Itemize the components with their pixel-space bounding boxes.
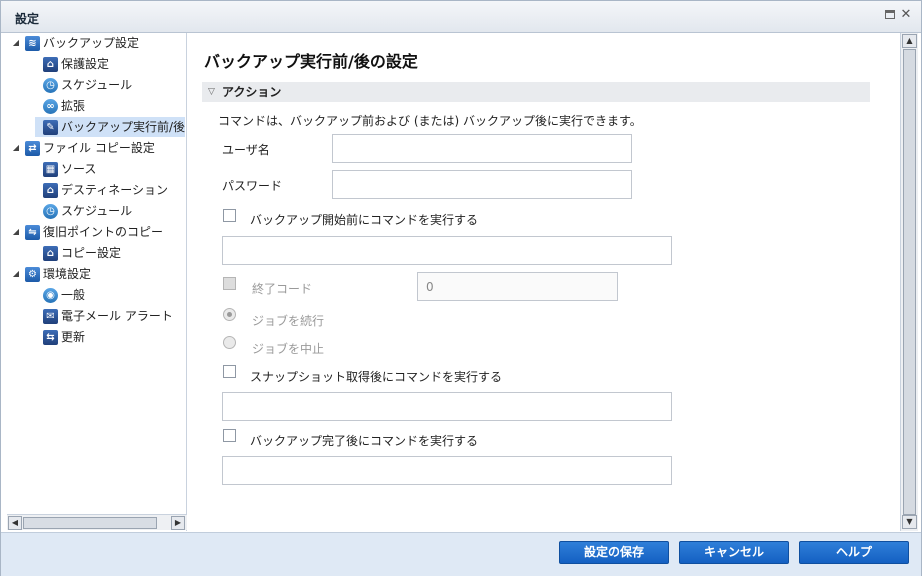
section-collapse-icon[interactable]: ▽ bbox=[208, 82, 215, 102]
wrench-icon: ✎ bbox=[43, 120, 58, 135]
pre-backup-label: バックアップ開始前にコマンドを実行する bbox=[250, 213, 479, 227]
password-label: パスワード bbox=[222, 179, 283, 193]
tree-item-pre-post-backup[interactable]: ✎ バックアップ実行前/後の bbox=[35, 117, 187, 137]
scroll-up-arrow-icon[interactable]: ▲ bbox=[902, 34, 917, 48]
save-settings-button[interactable]: 設定の保存 bbox=[559, 541, 669, 564]
restore-icon[interactable] bbox=[884, 9, 896, 21]
tree-item-label: 更新 bbox=[61, 330, 86, 344]
tree-item-recovery-point-copy[interactable]: ◢ ⇋ 復旧ポイントのコピー bbox=[7, 222, 185, 242]
preferences-gear-icon: ⚙ bbox=[25, 267, 40, 282]
schedule-clock-icon: ◷ bbox=[43, 204, 58, 219]
post-backup-command-input[interactable] bbox=[222, 456, 672, 485]
file-copy-icon: ⇄ bbox=[25, 141, 40, 156]
content-vertical-scrollbar[interactable]: ▲ ▼ bbox=[900, 33, 918, 531]
post-backup-label: バックアップ完了後にコマンドを実行する bbox=[250, 434, 479, 448]
tree-item-schedule[interactable]: ◷ スケジュール bbox=[7, 75, 185, 95]
dialog-footer: 設定の保存 キャンセル ヘルプ bbox=[1, 532, 921, 576]
pre-backup-checkbox[interactable] bbox=[223, 209, 236, 222]
scroll-thumb[interactable] bbox=[23, 517, 157, 529]
source-icon: ▦ bbox=[43, 162, 58, 177]
tree-item-updates[interactable]: ⇆ 更新 bbox=[7, 327, 185, 347]
tree-item-label: 拡張 bbox=[61, 99, 86, 113]
collapse-triangle-icon[interactable]: ◢ bbox=[11, 264, 21, 284]
schedule-clock-icon: ◷ bbox=[43, 78, 58, 93]
tree-item-label: スケジュール bbox=[61, 78, 133, 92]
tree-item-label: コピー設定 bbox=[61, 246, 122, 260]
tree-item-preferences[interactable]: ◢ ⚙ 環境設定 bbox=[7, 264, 185, 284]
update-icon: ⇆ bbox=[43, 330, 58, 345]
post-snapshot-command-input[interactable] bbox=[222, 392, 672, 421]
tree-horizontal-scrollbar[interactable]: ◀ ▶ bbox=[7, 514, 187, 530]
tree-item-label: デスティネーション bbox=[61, 183, 169, 197]
tree-item-label: ソース bbox=[61, 162, 97, 176]
abort-job-label: ジョブを中止 bbox=[252, 342, 325, 356]
scroll-down-arrow-icon[interactable]: ▼ bbox=[902, 515, 917, 529]
tree-item-file-copy-schedule[interactable]: ◷ スケジュール bbox=[7, 201, 185, 221]
settings-content-panel: バックアップ実行前/後の設定 ▽ アクション コマンドは、バックアップ前および … bbox=[188, 33, 900, 531]
tree-item-label: スケジュール bbox=[61, 204, 133, 218]
general-globe-icon: ◉ bbox=[43, 288, 58, 303]
tree-item-advanced[interactable]: ∞ 拡張 bbox=[7, 96, 185, 116]
continue-job-radio[interactable] bbox=[223, 308, 236, 321]
recovery-point-copy-icon: ⇋ bbox=[25, 225, 40, 240]
help-button[interactable]: ヘルプ bbox=[799, 541, 909, 564]
settings-window: 設定 ✕ ◢ ≋ バックアップ設定 ⌂ 保護設定 ◷ スケジュール ∞ 拡張 ✎… bbox=[0, 0, 922, 576]
post-backup-checkbox[interactable] bbox=[223, 429, 236, 442]
tree-item-backup-settings[interactable]: ◢ ≋ バックアップ設定 bbox=[7, 33, 185, 53]
close-icon[interactable]: ✕ bbox=[900, 8, 912, 21]
section-title: アクション bbox=[222, 85, 282, 99]
tree-item-email-alerts[interactable]: ✉ 電子メール アラート bbox=[7, 306, 185, 326]
username-input[interactable] bbox=[332, 134, 632, 163]
page-title: バックアップ実行前/後の設定 bbox=[204, 52, 418, 71]
exit-code-input[interactable] bbox=[417, 272, 618, 301]
password-input[interactable] bbox=[332, 170, 632, 199]
backup-icon: ≋ bbox=[25, 36, 40, 51]
tree-item-label: バックアップ設定 bbox=[43, 36, 140, 50]
abort-job-radio[interactable] bbox=[223, 336, 236, 349]
continue-job-label: ジョブを続行 bbox=[252, 314, 325, 328]
title-bar: 設定 ✕ bbox=[1, 1, 921, 33]
tree-item-label: 環境設定 bbox=[43, 267, 92, 281]
scroll-left-arrow-icon[interactable]: ◀ bbox=[8, 516, 22, 530]
destination-icon: ⌂ bbox=[43, 183, 58, 198]
tree-item-label: 復旧ポイントのコピー bbox=[43, 225, 164, 239]
tree-item-label: バックアップ実行前/後の bbox=[61, 120, 187, 134]
collapse-triangle-icon[interactable]: ◢ bbox=[11, 33, 21, 53]
exit-code-checkbox[interactable] bbox=[223, 277, 236, 290]
tree-item-source[interactable]: ▦ ソース bbox=[7, 159, 185, 179]
scroll-right-arrow-icon[interactable]: ▶ bbox=[171, 516, 185, 530]
cancel-button[interactable]: キャンセル bbox=[679, 541, 789, 564]
collapse-triangle-icon[interactable]: ◢ bbox=[11, 138, 21, 158]
section-header-actions[interactable]: ▽ アクション bbox=[202, 82, 870, 102]
tree-item-label: 保護設定 bbox=[61, 57, 110, 71]
tree-item-label: ファイル コピー設定 bbox=[43, 141, 155, 155]
exit-code-label: 終了コード bbox=[252, 282, 313, 296]
settings-tree: ◢ ≋ バックアップ設定 ⌂ 保護設定 ◷ スケジュール ∞ 拡張 ✎ バックア… bbox=[7, 33, 187, 531]
tree-item-label: 一般 bbox=[61, 288, 86, 302]
scroll-thumb[interactable] bbox=[903, 49, 916, 515]
window-title: 設定 bbox=[15, 12, 40, 26]
tree-item-protection-settings[interactable]: ⌂ 保護設定 bbox=[7, 54, 185, 74]
post-snapshot-label: スナップショット取得後にコマンドを実行する bbox=[250, 370, 503, 384]
copy-settings-icon: ⌂ bbox=[43, 246, 58, 261]
advanced-icon: ∞ bbox=[43, 99, 58, 114]
pre-backup-command-input[interactable] bbox=[222, 236, 672, 265]
tree-item-general[interactable]: ◉ 一般 bbox=[7, 285, 185, 305]
tree-item-label: 電子メール アラート bbox=[61, 309, 173, 323]
username-label: ユーザ名 bbox=[222, 143, 270, 157]
tree-item-file-copy-settings[interactable]: ◢ ⇄ ファイル コピー設定 bbox=[7, 138, 185, 158]
email-icon: ✉ bbox=[43, 309, 58, 324]
collapse-triangle-icon[interactable]: ◢ bbox=[11, 222, 21, 242]
section-description: コマンドは、バックアップ前および (または) バックアップ後に実行できます。 bbox=[218, 114, 642, 128]
protection-icon: ⌂ bbox=[43, 57, 58, 72]
tree-item-destination[interactable]: ⌂ デスティネーション bbox=[7, 180, 185, 200]
tree-item-copy-settings[interactable]: ⌂ コピー設定 bbox=[7, 243, 185, 263]
post-snapshot-checkbox[interactable] bbox=[223, 365, 236, 378]
